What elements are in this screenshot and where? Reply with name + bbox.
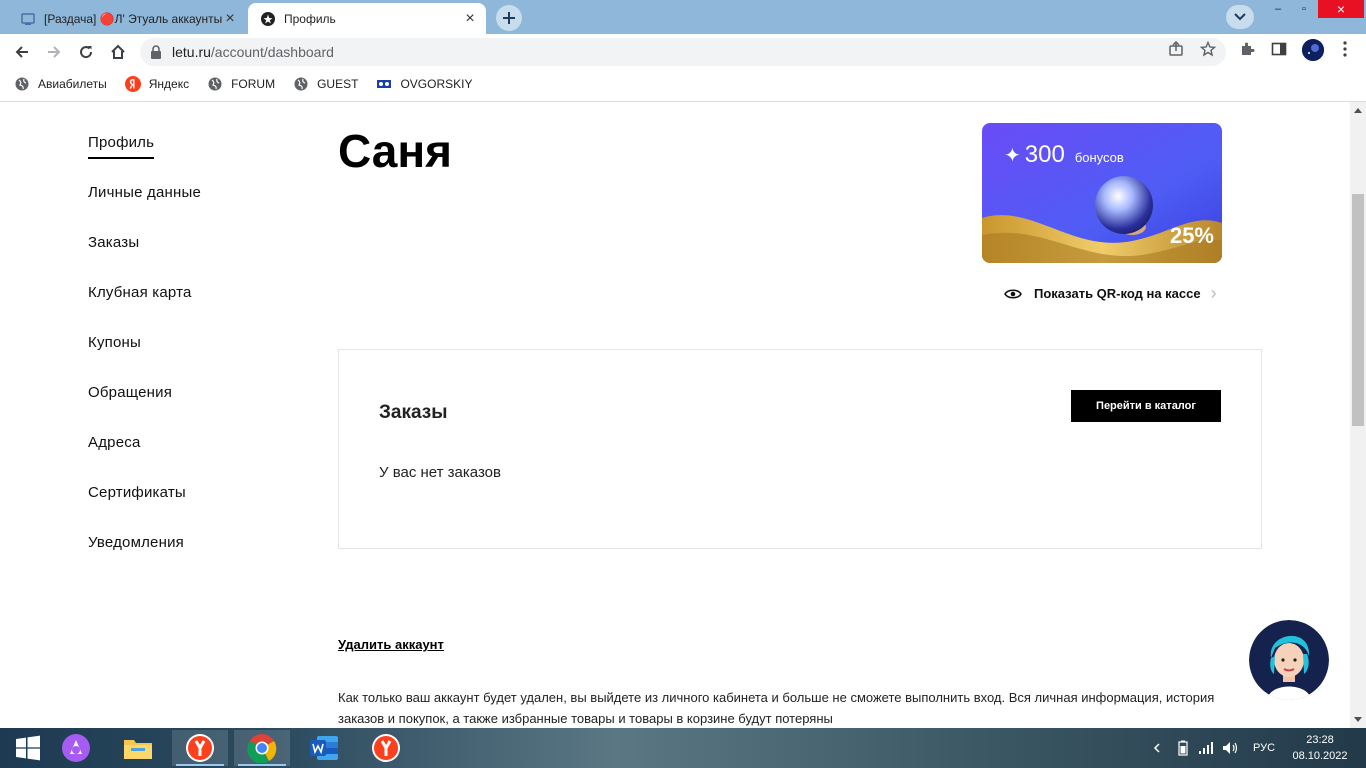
page-content: Профиль Личные данные Заказы Клубная кар… <box>0 102 1350 728</box>
url-text: letu.ru/account/dashboard <box>172 44 334 60</box>
page-scrollbar[interactable] <box>1350 102 1366 728</box>
eye-icon <box>1004 285 1022 303</box>
page-title: Саня <box>338 125 452 177</box>
scroll-down-icon[interactable] <box>1354 717 1362 722</box>
sidebar-item-addresses[interactable]: Адреса <box>88 434 140 451</box>
bonus-label: бонусов <box>1074 150 1124 165</box>
tab-search-button[interactable] <box>1226 5 1254 29</box>
support-assistant-avatar[interactable] <box>1249 620 1329 700</box>
bookmark-item[interactable]: GUEST <box>293 76 358 92</box>
tab-close-icon[interactable]: × <box>462 10 478 27</box>
tab-close-icon[interactable]: × <box>222 10 238 27</box>
url-host: letu.ru <box>172 44 211 60</box>
share-icon[interactable] <box>1167 40 1185 58</box>
windows-taskbar: РУС 23:28 08.10.2022 <box>0 728 1366 768</box>
restore-window-button[interactable]: ▫ <box>1294 0 1314 18</box>
browser-tabbar: [Раздача] 🔴Л' Этуаль аккаунты × Профиль … <box>0 0 1366 34</box>
bonus-value: 300 <box>1024 141 1065 168</box>
tab-inactive[interactable]: [Раздача] 🔴Л' Этуаль аккаунты × <box>8 3 246 34</box>
bonus-balance: ✦ 300 бонусов <box>1004 141 1124 169</box>
tab-title: Профиль <box>284 11 336 26</box>
tab-favicon-icon <box>20 11 36 27</box>
orders-heading: Заказы <box>379 402 448 423</box>
bookmark-item[interactable]: Авиабилеты <box>14 76 107 92</box>
back-button[interactable] <box>10 40 34 64</box>
orders-panel: Заказы Перейти в каталог У вас нет заказ… <box>338 349 1262 549</box>
sidebar-item-certificates[interactable]: Сертификаты <box>88 484 186 501</box>
yandex-browser-icon[interactable] <box>172 730 228 766</box>
discount-percent: 25% <box>1169 223 1214 248</box>
sidebar-item-coupons[interactable]: Купоны <box>88 334 141 351</box>
bookmark-item[interactable]: OVGORSKIY <box>376 76 472 92</box>
bookmarks-bar: Авиабилеты Яндекс FORUM GUEST OVGORSKIY <box>0 70 1366 98</box>
tab-active[interactable]: Профиль × <box>248 3 486 34</box>
browser-toolbar: letu.ru/account/dashboard <box>0 34 1366 70</box>
network-icon[interactable] <box>1198 728 1214 768</box>
close-window-button[interactable]: × <box>1318 0 1364 18</box>
lock-icon[interactable] <box>150 45 164 59</box>
sidebar-item-notifications[interactable]: Уведомления <box>88 534 184 551</box>
extensions-icon[interactable] <box>1238 40 1256 58</box>
sidebar-item-club-card[interactable]: Клубная карта <box>88 284 192 301</box>
bookmark-item[interactable]: FORUM <box>207 76 275 92</box>
tab-favicon-icon <box>260 11 276 27</box>
bookmark-label: GUEST <box>317 77 359 91</box>
go-to-catalog-button[interactable]: Перейти в каталог <box>1071 390 1221 422</box>
file-explorer-icon[interactable] <box>110 730 166 766</box>
scrollbar-thumb[interactable] <box>1352 194 1364 426</box>
bookmark-star-icon[interactable] <box>1199 40 1217 58</box>
globe-icon <box>293 76 309 92</box>
sidebar-item-orders[interactable]: Заказы <box>88 234 139 251</box>
alice-assistant-icon[interactable] <box>48 730 104 766</box>
orders-empty-text: У вас нет заказов <box>379 464 501 481</box>
reload-button[interactable] <box>74 40 98 64</box>
forward-button[interactable] <box>42 40 66 64</box>
word-icon[interactable] <box>296 730 352 766</box>
sidebar-item-profile[interactable]: Профиль <box>88 134 155 159</box>
yandex-browser-icon-2[interactable] <box>358 730 414 766</box>
url-path: /account/dashboard <box>210 44 334 60</box>
home-button[interactable] <box>106 40 130 64</box>
bookmark-item[interactable]: Яндекс <box>124 76 190 92</box>
chevron-right-icon: › <box>1210 283 1217 303</box>
delete-account-notice: Как только ваш аккаунт будет удален, вы … <box>338 690 1215 726</box>
yandex-icon <box>124 76 141 92</box>
sparkle-icon: ✦ <box>1004 145 1021 167</box>
minimize-window-button[interactable]: – <box>1268 0 1288 18</box>
taskbar-clock[interactable]: 23:28 08.10.2022 <box>1288 732 1352 764</box>
sidebar-item-personal-data[interactable]: Личные данные <box>88 184 201 201</box>
show-qr-code-link[interactable]: Показать QR-код на кассе › <box>1004 283 1217 304</box>
language-indicator[interactable]: РУС <box>1253 728 1275 768</box>
bookmark-label: OVGORSKIY <box>400 77 473 91</box>
tab-title: [Раздача] 🔴Л' Этуаль аккаунты <box>44 11 222 26</box>
globe-icon <box>207 76 223 92</box>
clock-date: 08.10.2022 <box>1292 750 1348 762</box>
bookmark-label: Авиабилеты <box>38 77 107 91</box>
volume-icon[interactable] <box>1222 728 1240 768</box>
sidebar-item-requests[interactable]: Обращения <box>88 384 172 401</box>
globe-icon <box>14 76 30 92</box>
new-tab-button[interactable] <box>496 5 522 31</box>
profile-avatar-icon[interactable] <box>1302 39 1324 61</box>
tray-overflow-icon[interactable] <box>1152 728 1162 768</box>
loyalty-card[interactable]: ✦ 300 бонусов 25% <box>982 123 1222 263</box>
scroll-up-icon[interactable] <box>1354 108 1362 113</box>
address-bar[interactable]: letu.ru/account/dashboard <box>140 38 1226 66</box>
clock-time: 23:28 <box>1306 734 1334 746</box>
bookmark-label: FORUM <box>231 77 276 91</box>
menu-kebab-icon[interactable] <box>1336 40 1354 58</box>
ovgorskiy-icon <box>376 76 392 92</box>
side-panel-icon[interactable] <box>1270 40 1288 58</box>
battery-icon[interactable] <box>1178 728 1188 768</box>
bookmark-label: Яндекс <box>148 77 190 91</box>
chrome-browser-icon[interactable] <box>234 730 290 766</box>
show-qr-code-label: Показать QR-код на кассе <box>1034 286 1201 301</box>
delete-account-link[interactable]: Удалить аккаунт <box>338 637 444 652</box>
